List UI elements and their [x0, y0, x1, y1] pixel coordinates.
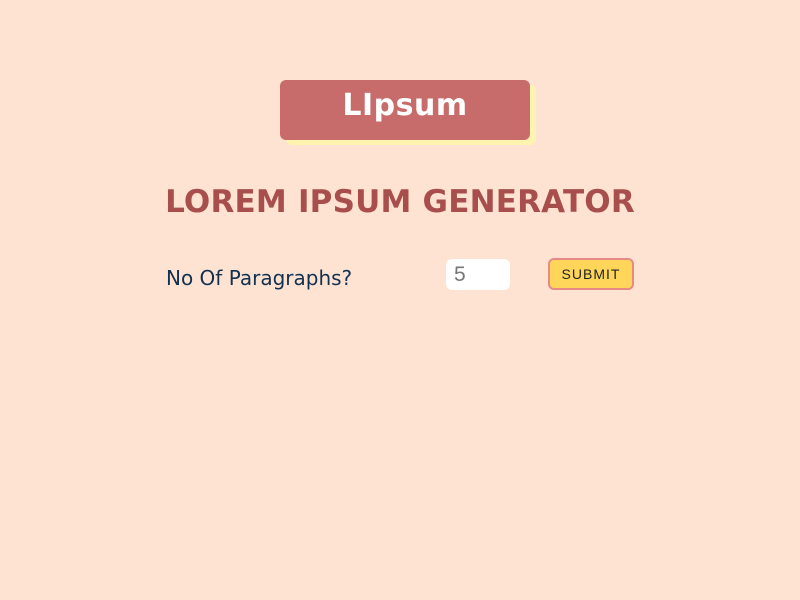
paragraphs-label: No Of Paragraphs?: [166, 266, 353, 290]
submit-button[interactable]: SUBMIT: [548, 258, 634, 290]
page-title: LOREM IPSUM GENERATOR: [165, 184, 635, 220]
paragraphs-input[interactable]: [446, 259, 510, 290]
logo-container: LIpsum: [280, 80, 536, 145]
logo: LIpsum: [280, 80, 530, 140]
page: LIpsum LOREM IPSUM GENERATOR No Of Parag…: [0, 0, 800, 600]
